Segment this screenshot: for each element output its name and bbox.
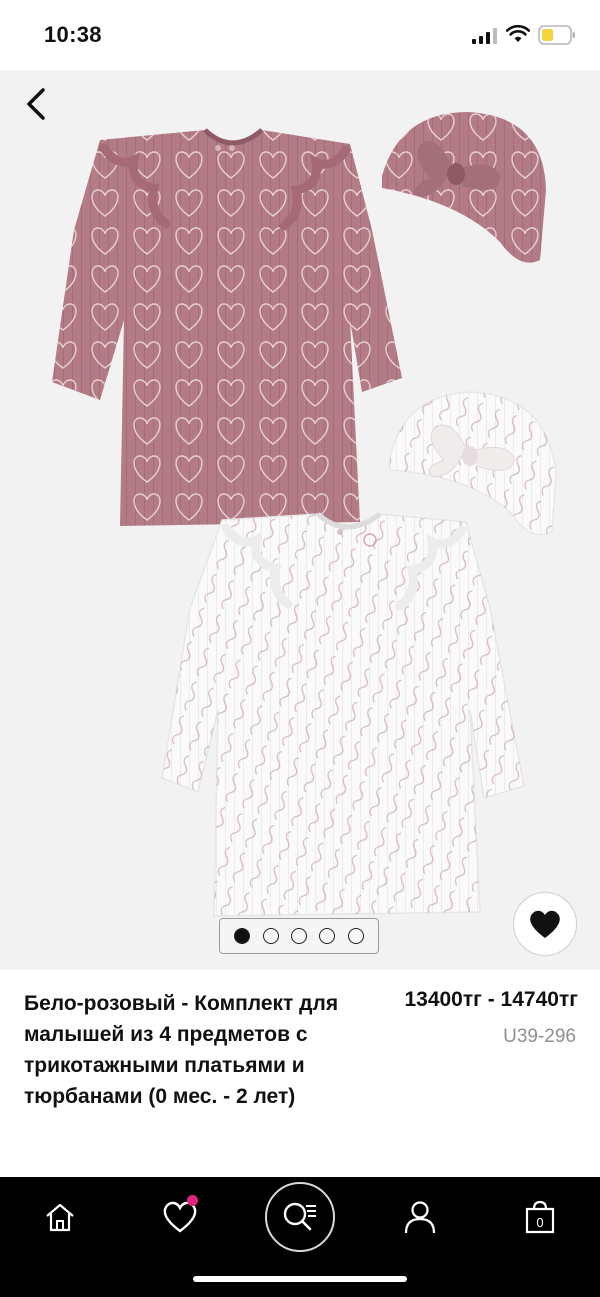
status-time: 10:38 — [44, 22, 102, 47]
status-bar: 10:38 — [0, 0, 600, 70]
gallery-dot[interactable] — [319, 928, 336, 944]
battery-icon — [538, 25, 575, 45]
gallery-dot[interactable] — [234, 928, 251, 944]
pink-turban — [382, 112, 546, 263]
product-info: Бело-розовый - Комплект для малышей из 4… — [0, 970, 600, 1177]
pink-dress — [52, 128, 402, 526]
gallery-dot[interactable] — [262, 928, 279, 944]
favorites-badge — [187, 1195, 198, 1206]
wifi-icon — [506, 25, 530, 42]
product-gallery[interactable] — [0, 70, 600, 970]
product-price: 13400тг - 14740тг — [404, 988, 578, 1011]
product-image — [52, 112, 557, 917]
bag-icon: 0 — [525, 1200, 555, 1234]
user-icon — [404, 1201, 436, 1234]
white-turban — [389, 391, 557, 536]
bottom-tab-bar: 0 — [0, 1177, 600, 1297]
signal-icon — [472, 28, 497, 44]
tab-cart[interactable]: 0 — [516, 1193, 564, 1241]
gallery-dot[interactable] — [290, 928, 307, 944]
favorite-button[interactable] — [513, 892, 577, 956]
gallery-dot[interactable] — [347, 928, 364, 944]
tab-home[interactable] — [36, 1193, 84, 1241]
product-sku: U39-296 — [503, 1026, 576, 1047]
search-list-icon — [265, 1182, 335, 1252]
tab-search[interactable] — [264, 1181, 336, 1253]
home-indicator — [193, 1276, 407, 1282]
tab-profile[interactable] — [396, 1193, 444, 1241]
gallery-pagination — [219, 918, 379, 954]
heart-icon — [530, 910, 560, 938]
tab-favorites[interactable] — [156, 1193, 204, 1241]
cart-count: 0 — [536, 1215, 543, 1230]
white-dress — [161, 511, 525, 917]
chevron-left-icon — [27, 88, 45, 120]
product-title: Бело-розовый - Комплект для малышей из 4… — [24, 992, 339, 1108]
back-button[interactable] — [16, 84, 56, 124]
home-icon — [46, 1203, 74, 1232]
